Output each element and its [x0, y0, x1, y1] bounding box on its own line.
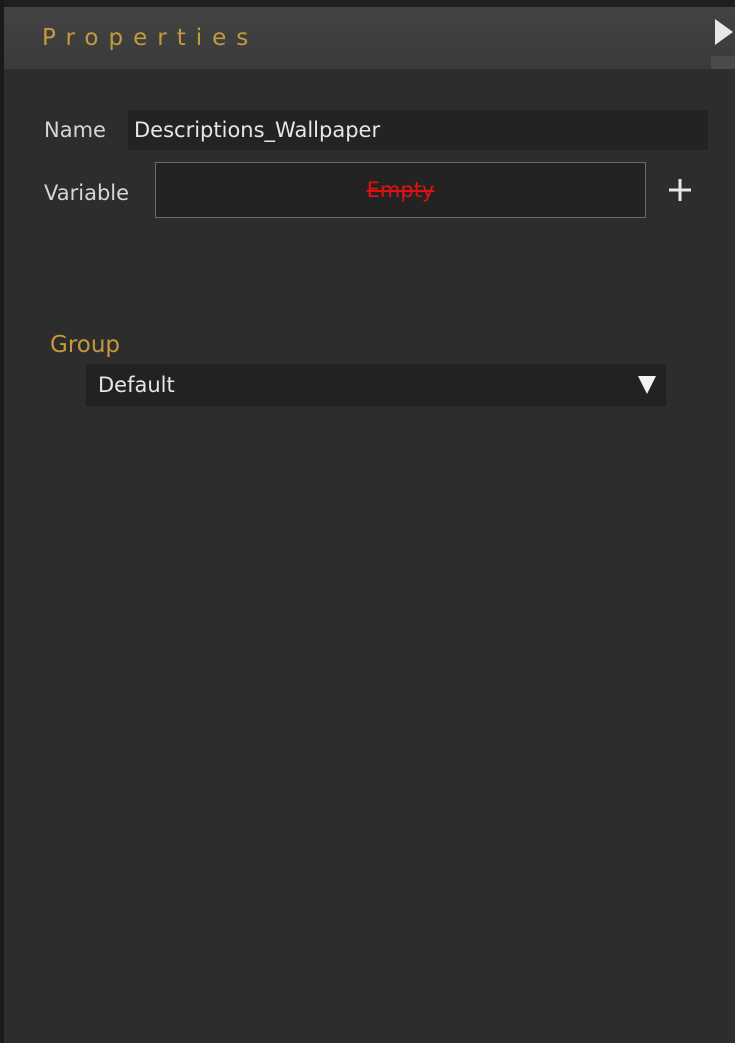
- group-selected-value: Default: [98, 373, 175, 397]
- add-variable-button[interactable]: [664, 174, 696, 206]
- group-select[interactable]: Default: [86, 364, 666, 406]
- group-label: Group: [50, 332, 121, 358]
- properties-panel: Properties Name Variable Empty Group Def…: [0, 0, 735, 1043]
- panel-top-border: [0, 0, 735, 7]
- panel-left-border: [0, 0, 4, 1043]
- header-edge: [711, 56, 735, 69]
- name-field[interactable]: [128, 110, 708, 150]
- triangle-right-icon: [714, 19, 733, 45]
- plus-icon: [669, 179, 691, 201]
- panel-title: Properties: [42, 25, 259, 51]
- triangle-down-icon: [638, 376, 656, 394]
- panel-header: Properties: [4, 7, 735, 69]
- collapse-panel-button[interactable]: [712, 12, 735, 52]
- variable-value: Empty: [366, 178, 435, 202]
- variable-slot[interactable]: Empty: [155, 162, 646, 218]
- name-label: Name: [44, 118, 106, 142]
- variable-label: Variable: [44, 181, 130, 205]
